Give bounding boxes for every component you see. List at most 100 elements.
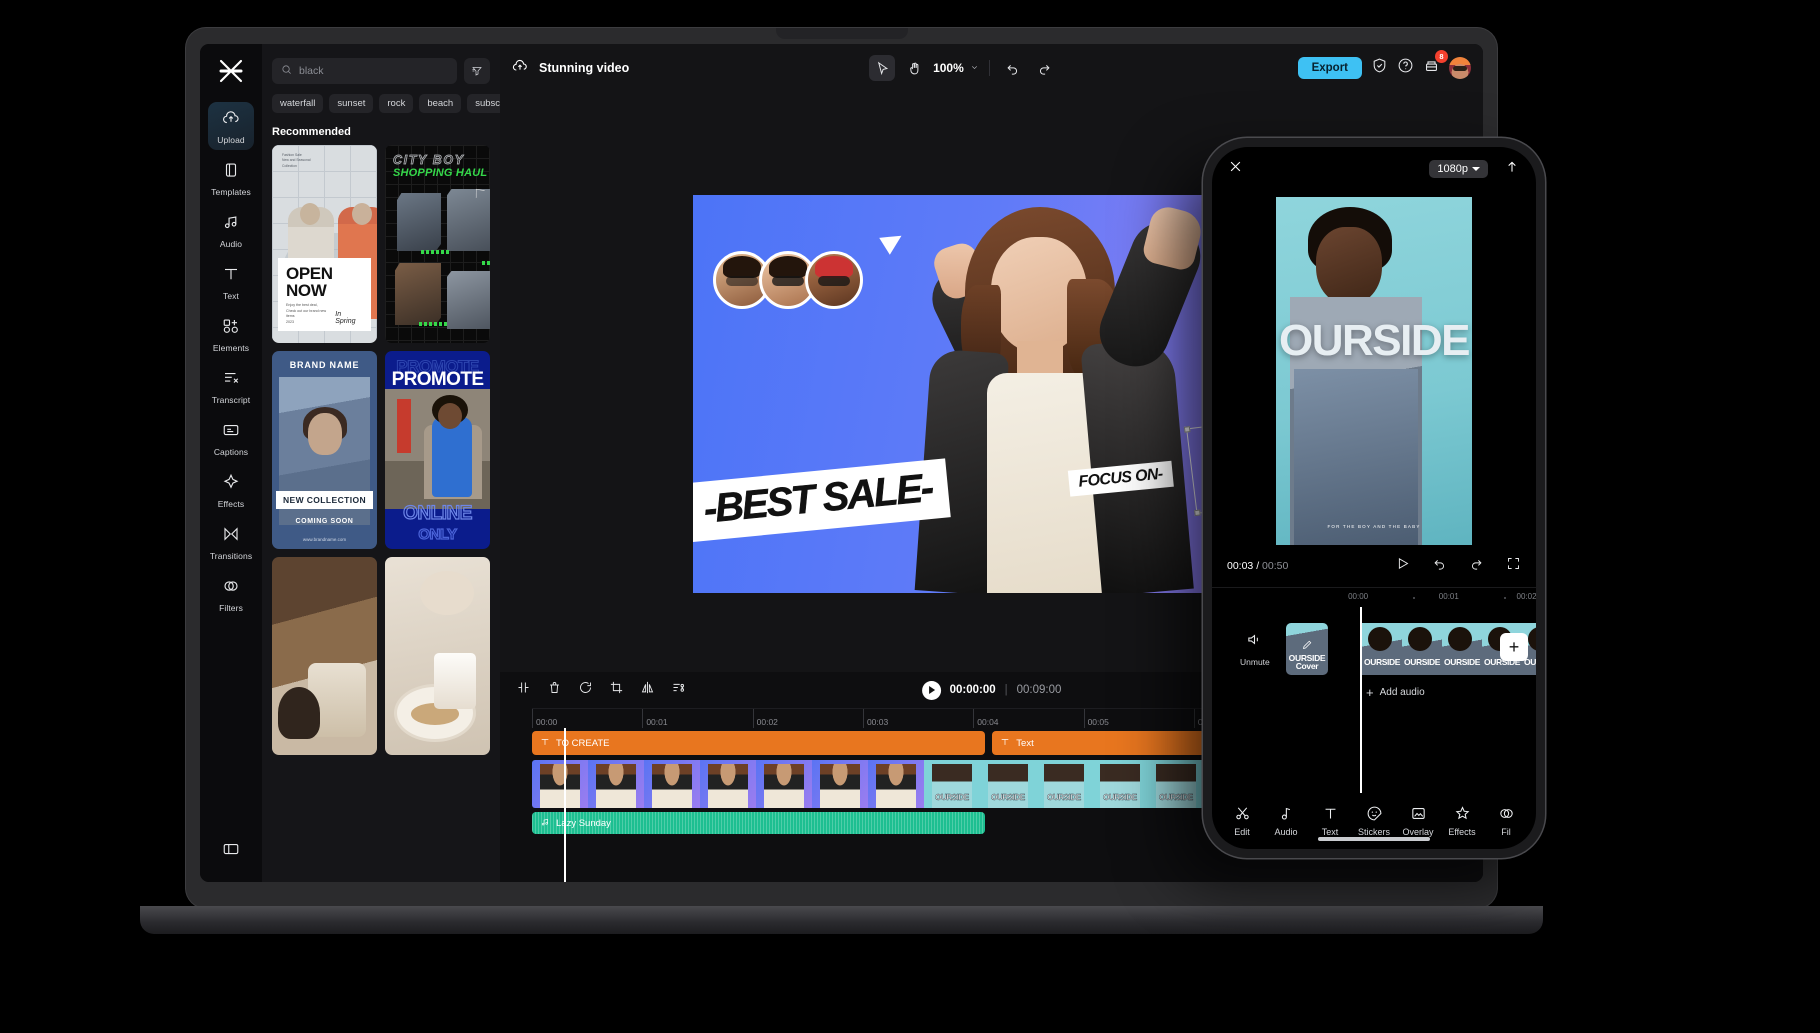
undo-button[interactable] — [1432, 556, 1447, 576]
redo-button[interactable] — [1469, 556, 1484, 576]
bottom-tab-overlay[interactable]: Overlay — [1396, 805, 1440, 837]
media-thumb-open-now[interactable]: Fashion SaleNew and SeasonalCollection O… — [272, 145, 377, 343]
sidebar-item-filters[interactable]: Filters — [208, 570, 254, 618]
frame-overlay-text: OURSIDE — [1092, 793, 1148, 802]
video-frame — [868, 760, 924, 808]
chip-rock[interactable]: rock — [379, 94, 413, 113]
resize-handle-tl[interactable] — [1183, 426, 1190, 433]
phone-timeline-ruler[interactable]: 00:00 00:01 00:02 — [1212, 587, 1536, 607]
thumb-footer: www.brandname.com — [272, 537, 377, 542]
auto-cut-button[interactable] — [671, 680, 686, 700]
bottom-tab-stickers[interactable]: Stickers — [1352, 805, 1396, 837]
frame-overlay-text: OURSIDE — [980, 793, 1036, 802]
media-thumb-breakfast[interactable] — [385, 557, 490, 755]
play-button[interactable] — [1395, 556, 1410, 576]
mirror-button[interactable] — [640, 680, 655, 700]
resize-handle-bl[interactable] — [1194, 509, 1201, 516]
bottom-tab-effects[interactable]: Effects — [1440, 805, 1484, 837]
avatar-cluster-element[interactable] — [713, 251, 863, 309]
video-frame: OURSIDE — [1148, 760, 1204, 808]
thumb-headline: PROMOTE — [385, 369, 490, 391]
text-clip-text[interactable]: Text — [992, 731, 1222, 755]
ruler-tick: 00:01 — [1439, 592, 1459, 601]
project-title-group[interactable]: Stunning video — [512, 58, 629, 79]
search-input[interactable]: black — [272, 58, 457, 84]
captions-icon — [222, 421, 240, 444]
sidebar-item-audio[interactable]: Audio — [208, 206, 254, 254]
text-clip-to-create[interactable]: TO CREATE — [532, 731, 985, 755]
media-thumb-city-boy[interactable]: CITY BOY SHOPPING HAUL ⟋⟍ — [385, 145, 490, 343]
hand-tool[interactable] — [901, 55, 927, 81]
media-thumb-promote[interactable]: PROMOTE PROMOTE ONLINE ONLY — [385, 351, 490, 549]
sidebar-item-templates[interactable]: Templates — [208, 154, 254, 202]
frame-overlay-text: OURSIDE — [1148, 793, 1204, 802]
timeline-playhead[interactable] — [564, 728, 566, 882]
delete-button[interactable] — [547, 680, 562, 700]
sidebar-item-upload[interactable]: Upload — [208, 102, 254, 150]
phone-top-bar: 1080p — [1212, 147, 1536, 191]
bottom-tab-edit[interactable]: Edit — [1220, 805, 1264, 837]
top-toolbar: Stunning video 100% — [500, 44, 1483, 92]
select-tool[interactable] — [869, 55, 895, 81]
media-thumb-dog-table[interactable] — [272, 557, 377, 755]
strip-frame-text: OURSIDE — [1362, 657, 1404, 667]
video-canvas[interactable]: -BEST SALE- FOCUS ON- — [693, 195, 1291, 593]
add-audio-button[interactable]: + Add audio — [1366, 685, 1425, 700]
crop-button[interactable] — [609, 680, 624, 700]
bottom-tab-text[interactable]: Text — [1308, 805, 1352, 837]
chevron-down-icon[interactable] — [970, 59, 979, 77]
tab-label: Edit — [1234, 827, 1250, 837]
sidebar-item-elements[interactable]: Elements — [208, 310, 254, 358]
redo-button[interactable] — [1032, 55, 1058, 81]
shield-check-icon[interactable] — [1371, 57, 1388, 79]
resolution-selector[interactable]: 1080p — [1429, 160, 1488, 178]
media-thumb-brand-name[interactable]: BRAND NAME NEW COLLECTION COMING SOON ww… — [272, 351, 377, 549]
phone-playhead[interactable] — [1360, 607, 1362, 793]
close-x-icon[interactable] — [1228, 159, 1243, 179]
filter-icon[interactable] — [464, 58, 490, 84]
split-button[interactable] — [516, 680, 531, 700]
sidebar-item-captions[interactable]: Captions — [208, 414, 254, 462]
capcut-logo-icon[interactable] — [216, 56, 246, 86]
sidebar-item-text[interactable]: Text — [208, 258, 254, 306]
chip-subscribe[interactable]: subscribe — [467, 94, 500, 113]
chip-sunset[interactable]: sunset — [329, 94, 373, 113]
sidebar-item-label: Transitions — [210, 551, 252, 561]
unmute-button[interactable]: Unmute — [1240, 631, 1270, 667]
add-audio-label: Add audio — [1380, 687, 1425, 698]
bottom-tab-filters[interactable]: Fil — [1484, 805, 1528, 837]
play-button[interactable] — [922, 681, 941, 700]
pencil-icon — [1301, 639, 1313, 651]
cover-thumbnail[interactable]: OURSIDE Cover — [1286, 623, 1328, 675]
sidebar-item-label: Text — [223, 291, 239, 301]
sidebar-item-effects[interactable]: Effects — [208, 466, 254, 514]
share-upload-icon[interactable] — [1488, 159, 1520, 180]
zoom-level[interactable]: 100% — [933, 61, 964, 75]
add-clip-button[interactable]: + — [1500, 633, 1528, 661]
ruler-dot — [1504, 597, 1506, 599]
chip-beach[interactable]: beach — [419, 94, 461, 113]
avatar-3 — [805, 251, 863, 309]
preview-headline: OURSIDE — [1276, 319, 1472, 363]
phone-video-preview[interactable]: OURSIDE FOR THE BOY AND THE BABY — [1276, 197, 1472, 545]
fullscreen-button[interactable] — [1506, 556, 1521, 576]
transcript-icon — [222, 369, 240, 392]
panel-collapse-icon[interactable] — [208, 833, 254, 868]
audio-clip-lazy-sunday[interactable]: Lazy Sunday — [532, 812, 985, 834]
thumb-tagline-2: ONLY — [385, 526, 490, 543]
thumb-tagline: COMING SOON — [272, 518, 377, 525]
sidebar-item-transcript[interactable]: Transcript — [208, 362, 254, 410]
bottom-tab-audio[interactable]: Audio — [1264, 805, 1308, 837]
rotate-button[interactable] — [578, 680, 593, 700]
question-circle-icon[interactable] — [1397, 57, 1414, 79]
undo-button[interactable] — [1000, 55, 1026, 81]
phone-device: 1080p OURSIDE FOR THE BOY AND THE BABY 0… — [1203, 138, 1545, 858]
video-frame — [588, 760, 644, 808]
export-button[interactable]: Export — [1298, 57, 1362, 79]
sidebar-item-transitions[interactable]: Transitions — [208, 518, 254, 566]
sparkle-star-icon — [222, 473, 240, 496]
avatar[interactable] — [1449, 57, 1471, 79]
inbox-icon[interactable]: 8 — [1423, 57, 1440, 79]
phone-total-time: 00:50 — [1262, 560, 1288, 572]
chip-waterfall[interactable]: waterfall — [272, 94, 323, 113]
